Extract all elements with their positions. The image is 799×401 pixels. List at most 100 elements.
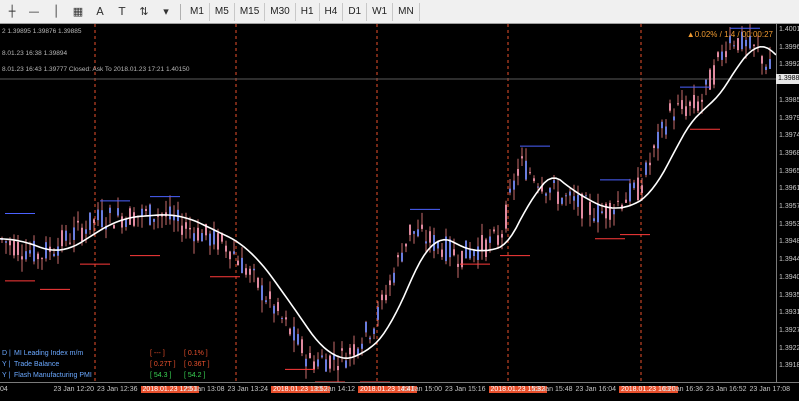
news-actual: [ 0.27T ]: [150, 361, 176, 368]
candle-body: [457, 263, 459, 267]
candle-body: [89, 212, 91, 230]
timeframe-h1-button[interactable]: H1: [296, 2, 320, 21]
timeframe-h4-button[interactable]: H4: [320, 2, 344, 21]
timeframe-d1-button[interactable]: D1: [343, 2, 368, 21]
candle-body: [169, 206, 171, 220]
time-tick-label: 23 Jan 15:48: [532, 386, 573, 393]
candle-body: [381, 294, 383, 301]
candle-body: [481, 235, 483, 252]
candle-body: [585, 195, 587, 197]
candle-body: [53, 253, 55, 257]
timeframe-w1-button[interactable]: W1: [367, 2, 394, 21]
price-tick-label: 1.39488: [779, 238, 799, 246]
candle-body: [769, 59, 771, 69]
candle-body: [189, 227, 191, 230]
chart-canvas: [0, 24, 776, 382]
candle-body: [557, 191, 559, 204]
candle-body: [337, 365, 339, 371]
candle-body: [213, 229, 215, 245]
candle-body: [321, 355, 323, 358]
candle-body: [545, 193, 547, 196]
arrows-icon[interactable]: ⇅: [134, 3, 154, 21]
candle-body: [149, 204, 151, 225]
candle-body: [601, 211, 603, 213]
candle-body: [637, 177, 639, 201]
candle-body: [649, 162, 651, 166]
chart-toolbar: ┼ — │ ▦ A T ⇅ ▾ M1 M5 M15 M30 H1 H4 D1 W1 MN: [0, 0, 799, 24]
trade-info-1: 8.01.23 16:38 1.39894: [2, 50, 68, 57]
candle-body: [25, 251, 27, 260]
candle-body: [277, 302, 279, 312]
price-tick-label: 1.39575: [779, 203, 799, 210]
candle-body: [41, 258, 43, 260]
price-tick-label: 1.39314: [779, 309, 799, 317]
candle-body: [693, 94, 695, 109]
candle-body: [609, 202, 611, 220]
candle-body: [477, 246, 479, 260]
candle-body: [529, 172, 531, 174]
timeframe-m15-button[interactable]: M15: [235, 2, 266, 21]
grid-icon[interactable]: ▦: [68, 3, 88, 21]
price-tick-label: 1.39531: [779, 220, 799, 228]
candle-body: [653, 145, 655, 149]
time-tick-label: 23 Jan 13:24: [227, 386, 268, 393]
current-price-marker: 1.3988: [776, 74, 799, 84]
time-tick-label: 04: [0, 386, 8, 393]
time-tick-label: 23 Jan 15:00: [401, 386, 442, 393]
candle-body: [633, 182, 635, 189]
candle-body: [561, 197, 563, 204]
candle-body: [309, 352, 311, 359]
candle-body: [9, 240, 11, 246]
time-tick-label: 23 Jan 14:12: [314, 386, 355, 393]
news-name: Trade Balance: [14, 361, 60, 368]
candle-body: [705, 79, 707, 85]
timeframe-m1-button[interactable]: M1: [185, 2, 210, 21]
vline-icon[interactable]: │: [46, 3, 66, 21]
candle-body: [109, 207, 111, 213]
label-icon[interactable]: T: [112, 3, 132, 21]
candle-body: [325, 359, 327, 372]
hline-icon[interactable]: —: [24, 3, 44, 21]
timeframe-m5-button[interactable]: M5: [210, 2, 235, 21]
dropdown-chevron-icon[interactable]: ▾: [156, 3, 176, 21]
candle-body: [217, 233, 219, 250]
price-chart[interactable]: 2 1.39895 1.39876 1.39885 8.01.23 16:38 …: [0, 24, 776, 382]
crosshair-icon[interactable]: ┼: [2, 3, 22, 21]
candle-body: [413, 231, 415, 234]
candle-body: [713, 65, 715, 85]
time-tick-label: 23 Jan 17:08: [749, 386, 790, 393]
candle-body: [37, 253, 39, 260]
candle-body: [261, 285, 263, 301]
candle-body: [361, 343, 363, 349]
candle-body: [113, 225, 115, 229]
candle-body: [753, 44, 755, 46]
timeframe-m30-button[interactable]: M30: [265, 2, 296, 21]
candle-body: [197, 227, 199, 241]
candle-body: [253, 268, 255, 271]
price-tick-label: 1.39270: [779, 326, 799, 334]
text-icon[interactable]: A: [90, 3, 110, 21]
candle-body: [505, 204, 507, 229]
time-axis[interactable]: 04 23 Jan 12:20 23 Jan 12:36 2018.01.23 12:…: [0, 382, 799, 401]
trade-info-2: 8.01.23 16:43 1.39777 Closed: Ask To 201…: [2, 66, 190, 73]
candle-body: [673, 116, 675, 121]
candle-body: [73, 227, 75, 240]
candle-body: [677, 103, 679, 105]
candle-body: [377, 307, 379, 320]
price-tick-label: 1.39444: [779, 256, 799, 264]
candle-body: [469, 249, 471, 259]
candle-body: [421, 224, 423, 229]
timeframe-mn-button[interactable]: MN: [393, 2, 420, 21]
candle-body: [97, 209, 99, 221]
candle-body: [125, 219, 127, 227]
candle-body: [369, 337, 371, 340]
news-currency: Y |: [2, 361, 11, 368]
candle-body: [577, 194, 579, 207]
timeframe-group: M1 M5 M15 M30 H1 H4 D1 W1 MN: [185, 2, 420, 21]
candle-body: [737, 38, 739, 51]
candle-body: [429, 231, 431, 243]
candle-body: [141, 208, 143, 217]
candle-body: [745, 39, 747, 47]
candle-body: [209, 233, 211, 246]
candle-body: [133, 212, 135, 226]
